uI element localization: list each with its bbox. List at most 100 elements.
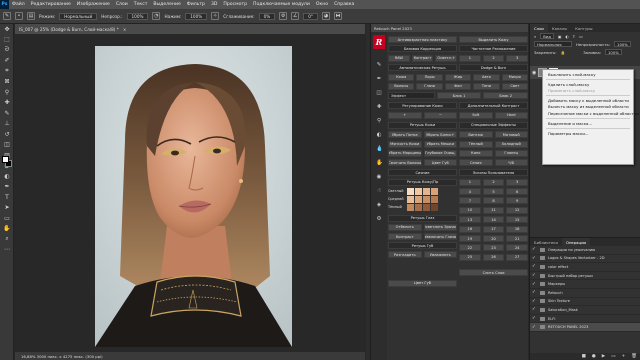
close-tab-icon[interactable]: ×: [123, 27, 127, 32]
smooth-lips-button[interactable]: Разгладить: [388, 251, 422, 259]
lip-color-2-button[interactable]: Цвет Губ: [388, 279, 457, 287]
burn-icon[interactable]: ✋: [376, 160, 383, 166]
tab-layers[interactable]: Слои: [530, 24, 548, 32]
sketch-10[interactable]: 10: [459, 206, 481, 214]
check-icon[interactable]: ✓: [532, 282, 537, 287]
eyedropper-tool-icon[interactable]: ⚲: [0, 87, 14, 98]
tab-actions[interactable]: Операции: [561, 238, 591, 246]
check-icon[interactable]: ✓: [532, 264, 537, 269]
lasso-tool-icon[interactable]: ᘐ: [0, 45, 14, 56]
zoom-tool-icon[interactable]: ⌕: [0, 234, 14, 245]
layers-icon[interactable]: ◈: [376, 202, 382, 208]
brush-settings-icon[interactable]: ▤: [27, 12, 35, 20]
fs-button-1[interactable]: 1: [459, 54, 481, 62]
menu-add-mask-to-selection[interactable]: Добавить маску к выделенной области: [543, 98, 633, 104]
path-select-icon[interactable]: ➤: [0, 203, 14, 214]
db-button-2[interactable]: Микро: [501, 73, 529, 81]
contrast-button[interactable]: Контраст: [411, 54, 434, 62]
check-icon[interactable]: ✓: [532, 316, 537, 321]
sketch-24[interactable]: 24: [506, 244, 529, 252]
menu-select[interactable]: Выделение: [150, 2, 183, 7]
lock-icon[interactable]: 🔒: [560, 50, 565, 55]
type-tool-icon[interactable]: T: [0, 192, 14, 203]
angle-field[interactable]: 0°: [303, 12, 319, 20]
check-icon[interactable]: ✓: [532, 299, 537, 304]
sketch-18[interactable]: 18: [506, 225, 529, 233]
sketch-13[interactable]: 13: [459, 216, 481, 224]
sketch-27[interactable]: 27: [506, 253, 529, 261]
skin-tone-swatch-7[interactable]: [422, 195, 430, 203]
sketch-11[interactable]: 11: [482, 206, 505, 214]
enlarge-eyes-button[interactable]: Увеличить Глаза: [423, 233, 457, 241]
action-set-row[interactable]: ✓ Logos & Shapes Vectorizer - 2D: [530, 255, 640, 264]
visibility-eye-icon[interactable]: ◉: [532, 70, 536, 76]
deep-clean-button[interactable]: Глубокое Очищ.: [423, 149, 457, 157]
eraser-icon[interactable]: ◫: [376, 90, 382, 96]
menu-edit[interactable]: Редактирование: [28, 2, 74, 7]
menu-disable-mask[interactable]: Выключить слой-маску: [543, 71, 633, 77]
angle-icon[interactable]: ∠: [291, 12, 300, 20]
menu-3d[interactable]: 3D: [208, 2, 220, 7]
sketch-3[interactable]: 3: [506, 178, 529, 186]
remove-wrinkles-button[interactable]: Убрать Морщины: [388, 149, 422, 157]
fx-2-button[interactable]: Матовый: [494, 131, 528, 139]
canvas-area[interactable]: [15, 34, 365, 352]
action-set-row-selected[interactable]: ✓ RETOUCH PANEL 2023: [530, 323, 640, 332]
new-set-icon[interactable]: ▭: [611, 354, 615, 359]
contrast-b[interactable]: Hard: [494, 111, 528, 119]
menu-plugins[interactable]: Подключаемые модули: [250, 2, 313, 7]
fs-button-3[interactable]: 3: [506, 54, 529, 62]
action-set-row[interactable]: ✓ color effect: [530, 263, 640, 272]
eraser-tool-icon[interactable]: ◫: [0, 140, 14, 151]
fs-button-2[interactable]: 2: [482, 54, 505, 62]
delete-icon[interactable]: 🗑: [631, 354, 637, 359]
skin-tone-swatch-12[interactable]: [430, 203, 438, 211]
tab-channels[interactable]: Каналы: [548, 26, 571, 31]
db-button-4[interactable]: Свет: [501, 82, 529, 90]
record-icon[interactable]: ●: [592, 354, 596, 359]
skin-tone-swatch-6[interactable]: [414, 195, 422, 203]
filter-shape-icon[interactable]: ▭: [579, 34, 583, 39]
action-set-row[interactable]: ✓ Операции по умолчанию: [530, 246, 640, 255]
menu-layers[interactable]: Слои: [113, 2, 131, 7]
stamp-tool-icon[interactable]: ⊥: [0, 119, 14, 130]
menu-window[interactable]: Окно: [313, 2, 331, 7]
menu-type[interactable]: Текст: [131, 2, 151, 7]
sketch-9[interactable]: 9: [506, 197, 529, 205]
filter-search-icon[interactable]: ⌕: [534, 34, 536, 39]
sketch-5[interactable]: 5: [482, 188, 505, 196]
new-action-icon[interactable]: +: [622, 354, 626, 359]
skin-tone-swatch-2[interactable]: [414, 187, 422, 195]
sketch-26[interactable]: 26: [482, 253, 505, 261]
skin-tone-swatch-11[interactable]: [422, 203, 430, 211]
menu-view[interactable]: Просмотр: [220, 2, 250, 7]
stop-icon[interactable]: ■: [582, 354, 586, 359]
crop-tool-icon[interactable]: ⌗: [0, 66, 14, 77]
blend-mode-select[interactable]: Нормальная: [534, 41, 572, 47]
dodge-icon[interactable]: ◐: [376, 132, 382, 138]
action-set-row[interactable]: ✓ ELFI: [530, 315, 640, 324]
pressure-size-icon[interactable]: ◕: [322, 12, 331, 20]
layer-fill-field[interactable]: 100%: [605, 49, 622, 55]
pores-button[interactable]: Поры: [416, 73, 443, 81]
hand-tool-icon[interactable]: ✋: [0, 224, 14, 235]
symmetry-icon[interactable]: ⧓: [334, 12, 343, 20]
fx-7-button[interactable]: Сепия: [459, 159, 493, 167]
skin-tone-swatch-3[interactable]: [422, 187, 430, 195]
sketch-12[interactable]: 12: [506, 206, 529, 214]
menu-file[interactable]: Файл: [9, 2, 28, 7]
check-icon[interactable]: ✓: [532, 307, 537, 312]
skin-adjust-a[interactable]: +: [388, 111, 422, 119]
filter-pixel-icon[interactable]: ▣: [558, 34, 562, 39]
drop-icon[interactable]: 💧: [376, 146, 383, 152]
fx-3-button[interactable]: Тёплый: [459, 140, 493, 148]
menu-select-and-mask[interactable]: Выделение и маска...: [543, 120, 633, 126]
merge-layers-button[interactable]: Слить Слои: [459, 269, 528, 277]
history-brush-icon[interactable]: ↺: [0, 129, 14, 140]
eye-contrast-button[interactable]: Контраст: [388, 233, 422, 241]
sketch-7[interactable]: 7: [459, 197, 481, 205]
check-icon[interactable]: ✓: [532, 290, 537, 295]
remove-spots-button[interactable]: Убрать Пятна: [388, 131, 422, 139]
pressure-opacity-icon[interactable]: ◔: [152, 12, 161, 20]
opacity-field[interactable]: 100%: [126, 12, 149, 20]
